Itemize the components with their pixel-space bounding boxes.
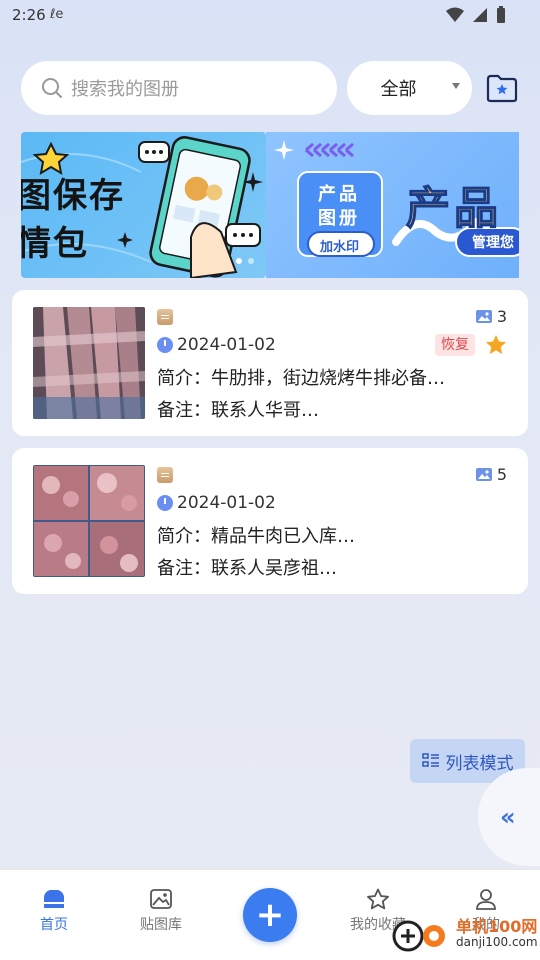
watermark-logo — [392, 920, 445, 952]
user-icon — [476, 889, 496, 910]
album-thumbnail[interactable] — [33, 307, 145, 419]
add-album-button[interactable]: + — [243, 888, 297, 942]
nav-home[interactable]: 首页 — [14, 888, 94, 934]
nav-gallery[interactable]: 贴图库 — [121, 888, 201, 934]
watermark-name: 单机100网 — [456, 917, 538, 936]
album-card[interactable]: 3 2024-01-02 恢复 简介：牛肋排，街边烧烤牛排必备… 备注：联系人华… — [12, 290, 528, 436]
banner-pagination — [236, 258, 254, 264]
image-icon — [475, 468, 492, 481]
album-card[interactable]: 5 2024-01-02 简介：精品牛肉已入库… 备注：联系人吴彦祖… — [12, 448, 528, 594]
watermark-url: danji100.com — [456, 935, 538, 949]
image-count-value: 5 — [496, 465, 507, 484]
search-input[interactable]: 搜索我的图册 — [21, 61, 337, 115]
search-placeholder: 搜索我的图册 — [71, 79, 179, 100]
album-remark: 备注：联系人华哥… — [157, 400, 319, 421]
banner-dot-active[interactable] — [236, 258, 242, 264]
list-icon — [421, 753, 439, 767]
banner-slide-sticker[interactable]: 图保存 情包 — [21, 132, 266, 278]
banner-carousel[interactable]: 图保存 情包 产品 图册 加水印 产品 管理您 — [21, 132, 519, 278]
status-icons — [446, 6, 506, 24]
banner-slide1-line2: 情包 — [21, 224, 89, 264]
image-icon — [475, 310, 492, 323]
banner-slide2-card-pill: 加水印 — [320, 240, 360, 255]
filter-selected-label: 全部 — [380, 79, 417, 100]
category-tag-icon — [157, 467, 173, 483]
plus-icon: + — [255, 895, 285, 935]
favorite-folder-icon[interactable] — [485, 72, 519, 104]
category-filter-dropdown[interactable]: 全部 — [347, 61, 472, 115]
album-date: 2024-01-02 — [157, 335, 276, 355]
banner-slide2-title: 产品 — [405, 182, 502, 235]
star-outline-icon — [367, 888, 389, 910]
banner-slide2-card-line2: 图册 — [318, 208, 360, 229]
home-icon — [44, 890, 64, 908]
status-time: 2:26 — [12, 6, 46, 24]
wifi-icon — [446, 7, 464, 22]
nav-home-label: 首页 — [40, 917, 68, 933]
restore-button[interactable]: 恢复 — [435, 334, 475, 356]
image-count-value: 3 — [496, 307, 507, 326]
banner-slide-product-album[interactable]: 产品 图册 加水印 产品 管理您 — [266, 132, 519, 278]
album-intro: 简介：精品牛肉已入库… — [157, 526, 355, 547]
banner-slide1-line1: 图保存 — [21, 176, 125, 216]
status-bar: 2:26 ℓe — [0, 0, 540, 32]
battery-icon — [497, 6, 505, 23]
album-date-value: 2024-01-02 — [177, 493, 276, 513]
banner-slide2-bottom-pill: 管理您 — [472, 235, 514, 251]
signal-icon — [473, 8, 487, 22]
album-date-value: 2024-01-02 — [177, 335, 276, 355]
chevron-down-icon — [452, 83, 460, 89]
banner-slide2-card-line1: 产品 — [318, 184, 360, 205]
meat-photo-grid — [33, 465, 145, 577]
search-icon — [42, 78, 62, 98]
album-intro: 简介：牛肋排，街边烧烤牛排必备… — [157, 368, 445, 389]
site-watermark: 单机100网 danji100.com — [392, 914, 538, 954]
album-date: 2024-01-02 — [157, 493, 276, 513]
clock-icon — [157, 495, 173, 511]
meat-photo — [33, 307, 145, 419]
double-chevron-left-icon: « — [500, 803, 516, 831]
image-count: 3 — [475, 307, 507, 326]
list-mode-label: 列表模式 — [445, 753, 514, 774]
nav-gallery-label: 贴图库 — [140, 917, 182, 933]
album-thumbnail[interactable] — [33, 465, 145, 577]
clock-icon — [157, 337, 173, 353]
image-count: 5 — [475, 465, 507, 484]
picture-icon — [150, 889, 172, 909]
carrier-icon: ℓe — [50, 7, 64, 22]
album-remark: 备注：联系人吴彦祖… — [157, 558, 337, 579]
category-tag-icon — [157, 309, 173, 325]
banner-dot[interactable] — [248, 258, 254, 264]
star-icon[interactable] — [485, 334, 507, 356]
